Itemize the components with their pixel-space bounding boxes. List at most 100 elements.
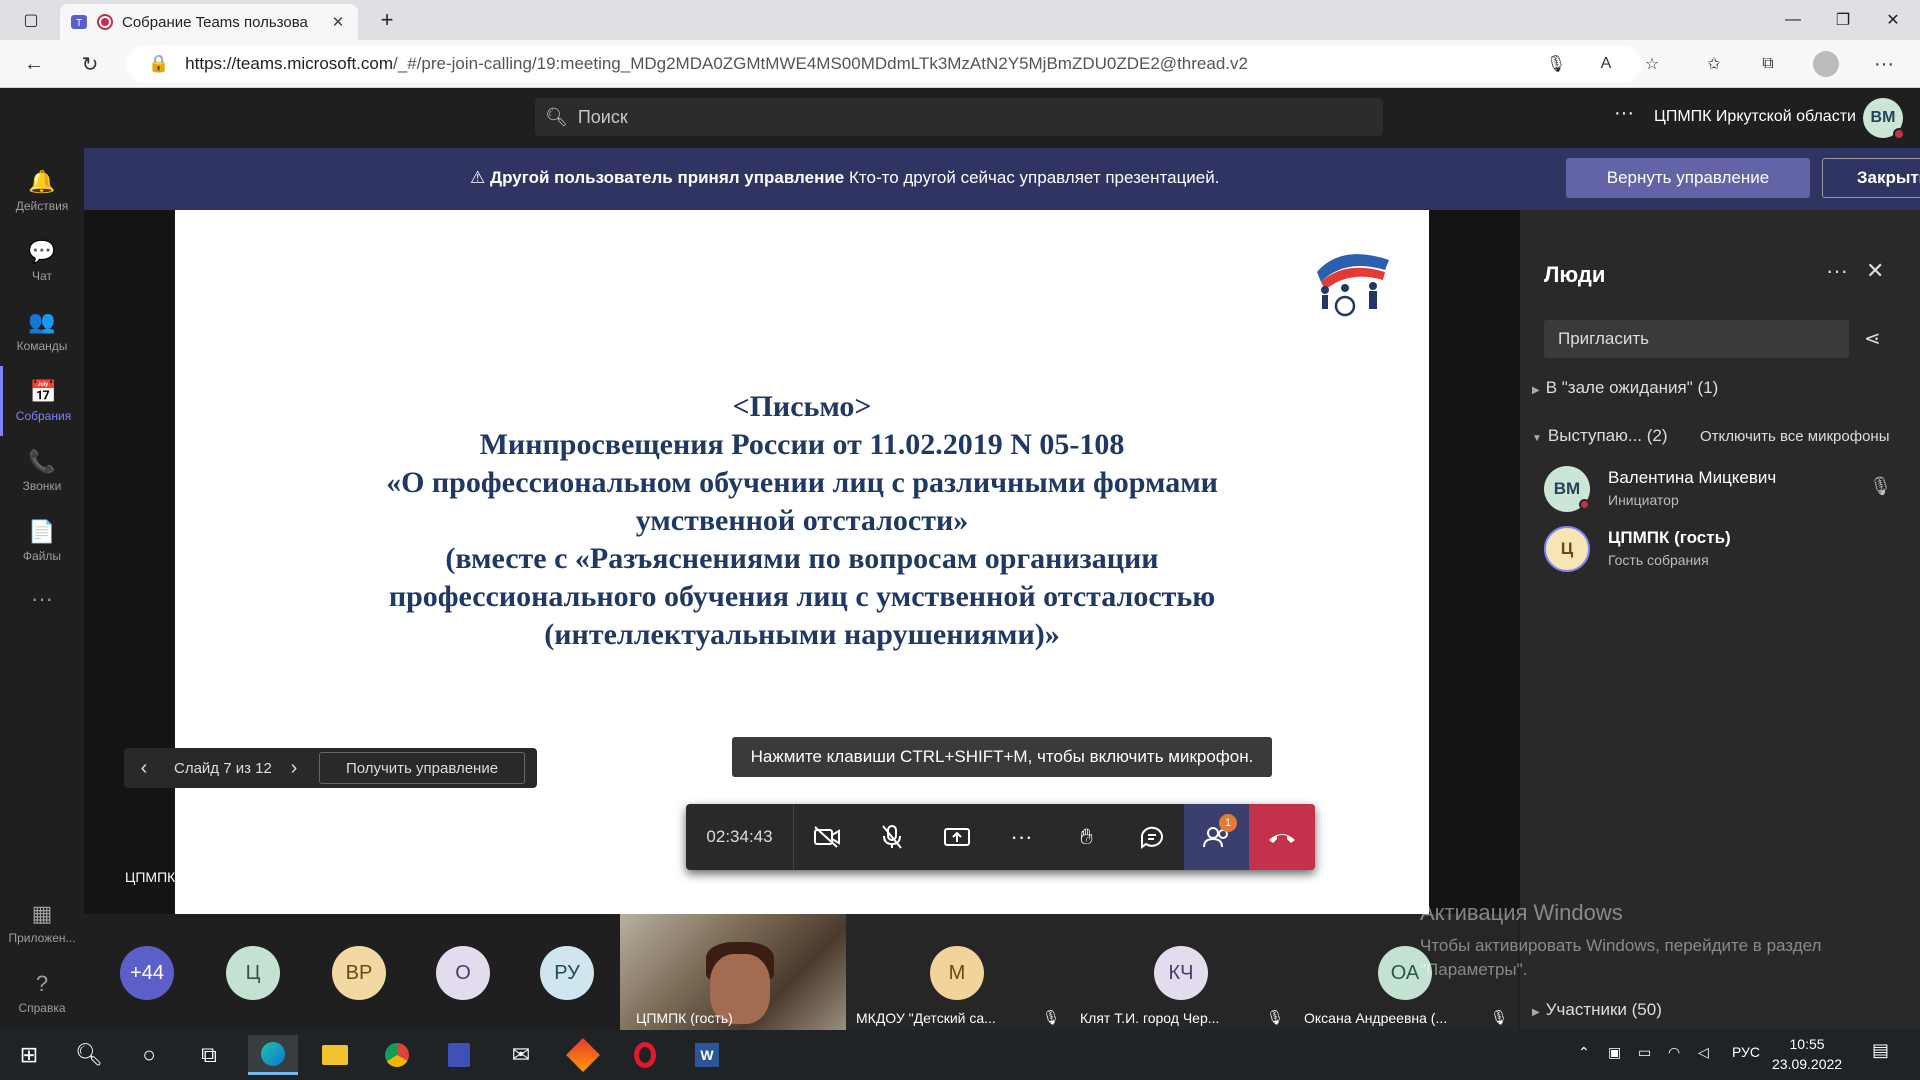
opera-icon[interactable] [620,1035,670,1075]
participant-name: Клят Т.И. город Чер... [1080,1010,1220,1026]
tray-chevron-icon[interactable]: ⌃ [1578,1044,1590,1061]
task-view-icon[interactable]: ⧉ [184,1035,234,1075]
save-app-icon[interactable] [434,1035,484,1075]
rail-calls[interactable]: 📞 Звонки [0,436,84,506]
new-tab-button[interactable]: + [362,0,412,40]
rail-meetings[interactable]: 📅 Собрания [0,366,84,436]
tab-actions-icon[interactable]: ▢ [6,0,56,40]
cortana-icon[interactable]: ○ [124,1035,174,1075]
language-indicator[interactable]: РУС [1732,1044,1760,1060]
avatar-initials: Ц [245,961,261,984]
url-field[interactable]: 🔒 https://teams.microsoft.com/_#/pre-joi… [126,46,1642,82]
panel-close-icon[interactable]: ✕ [1866,258,1884,284]
panel-more-icon[interactable]: ··· [1826,258,1848,284]
rail-label: Приложен... [8,931,76,945]
warning-icon: ⚠ [470,168,486,187]
participant-tile[interactable]: КЧ Клят Т.И. город Чер... 🎙︎ [1070,914,1294,1030]
browser-menu-icon[interactable]: ··· [1868,48,1900,80]
wifi-icon[interactable]: ◠ [1668,1044,1680,1061]
participant-avatar[interactable]: +44 [120,946,174,1000]
participants-section[interactable]: ▶ Участники (50) [1532,1000,1662,1020]
hang-up-icon[interactable] [1249,804,1315,870]
mic-off-icon: 🎙︎ [1490,1009,1508,1025]
user-avatar-initials: ВМ [1870,109,1896,126]
edge-icon[interactable] [248,1035,298,1075]
rail-chat[interactable]: 💬 Чат [0,226,84,296]
rail-help[interactable]: ? Справка [0,958,84,1028]
microphone-icon[interactable]: 🎙 [1540,48,1572,80]
participant-row[interactable]: ВМ Валентина Мицкевич Инициатор 🎙︎ [1544,466,1904,514]
video-name: ЦПМПК (гость) [636,1010,733,1026]
window-close-icon[interactable]: ✕ [1868,0,1918,40]
lobby-section[interactable]: ▶ В "зале ожидания" (1) [1532,378,1718,398]
calendar-icon: 📅 [29,379,58,404]
read-aloud-icon[interactable]: A [1590,48,1622,80]
share-link-icon[interactable]: ⋖ [1864,326,1881,351]
participant-avatar[interactable]: РУ [540,946,594,1000]
maximize-icon[interactable]: ❐ [1818,0,1868,40]
rail-more[interactable]: ··· [0,566,84,636]
volume-icon[interactable]: ◁ [1698,1044,1709,1061]
mute-all-button[interactable]: Отключить все микрофоны [1700,428,1890,445]
collections-icon[interactable]: ⧉ [1752,48,1784,80]
participant-row[interactable]: Ц ЦПМПК (гость) Гость собрания [1544,526,1904,574]
participant-avatar[interactable]: ВР [332,946,386,1000]
participants-icon[interactable]: 1 [1184,804,1249,870]
camera-off-icon[interactable] [794,804,859,870]
presence-busy-icon [1893,128,1905,140]
mail-icon[interactable]: ✉ [496,1035,546,1075]
close-banner-button[interactable]: Закрыть [1822,158,1920,198]
mic-off-icon[interactable] [859,804,924,870]
tray-device-icon[interactable]: ▣ [1608,1044,1621,1061]
raise-hand-icon[interactable]: ✋︎ [1054,804,1119,870]
refresh-icon[interactable]: ↻ [74,48,106,80]
lobby-label: В "зале ожидания" (1) [1545,378,1719,397]
rail-apps[interactable]: ▦ Приложен... [0,888,84,958]
tab-close-icon[interactable]: ✕ [328,13,348,31]
minimize-icon[interactable]: — [1768,0,1818,40]
back-icon[interactable]: ← [18,48,50,80]
share-screen-icon[interactable] [924,804,989,870]
clock[interactable]: 10:55 23.09.2022 [1772,1034,1842,1074]
more-actions-icon[interactable]: ··· [989,804,1054,870]
start-icon[interactable]: ⊞ [4,1035,54,1075]
slide-line: умственной отсталости» [635,504,969,537]
get-control-button[interactable]: Получить управление [319,752,525,784]
invite-input[interactable]: Пригласить [1544,320,1849,358]
word-icon[interactable]: W [682,1035,732,1075]
rail-label: Справка [18,1001,66,1015]
search-icon: 🔍︎ [545,106,568,127]
rail-teams[interactable]: 👥 Команды [0,296,84,366]
app-icon[interactable] [558,1035,608,1075]
user-avatar[interactable]: ВМ [1863,98,1905,140]
previous-slide-icon[interactable]: ‹ [124,757,164,780]
participant-avatar[interactable]: Ц [226,946,280,1000]
browser-tab[interactable]: T Собрание Teams пользова ✕ [60,4,358,40]
search-input[interactable]: 🔍︎ Поиск [535,98,1383,136]
return-control-button[interactable]: Вернуть управление [1566,158,1810,198]
participant-video-tile[interactable]: ЦПМПК (гость) [620,914,846,1030]
chat-toggle-icon[interactable] [1119,804,1184,870]
presenters-section[interactable]: ▼ Выступаю... (2) [1532,426,1668,446]
participant-avatar: КЧ [1154,946,1208,1000]
profile-icon[interactable] [1810,48,1842,80]
rail-activity[interactable]: 🔔 Действия [0,156,84,226]
file-explorer-icon[interactable] [310,1035,360,1075]
participant-name: Оксана Андреевна (... [1304,1010,1448,1026]
search-icon[interactable]: 🔍︎ [64,1035,114,1075]
participant-avatar: ВМ [1544,466,1590,512]
favorite-add-icon[interactable]: ☆ [1636,48,1668,80]
header-more-icon[interactable]: ··· [1614,102,1634,125]
next-slide-icon[interactable]: › [274,757,314,780]
participant-tile[interactable]: М МКДОУ "Детский са... 🎙︎ [846,914,1070,1030]
apps-icon: ▦ [31,901,53,926]
taskbar: ⊞ 🔍︎ ○ ⧉ ✉ W ⌃ ▣ ▭ ◠ ◁ РУС 10:55 23.09.2… [0,1030,1920,1080]
chrome-icon[interactable] [372,1035,422,1075]
clock-time: 10:55 [1789,1036,1825,1052]
favorites-icon[interactable]: ✩ [1698,48,1730,80]
participant-avatar[interactable]: О [436,946,490,1000]
notification-icon[interactable]: ▤ [1872,1040,1889,1061]
battery-icon[interactable]: ▭ [1638,1044,1651,1061]
avatar-initials: ОА [1390,961,1420,984]
slide-line: Минпросвещения России от 11.02.2019 N 05… [479,428,1125,461]
